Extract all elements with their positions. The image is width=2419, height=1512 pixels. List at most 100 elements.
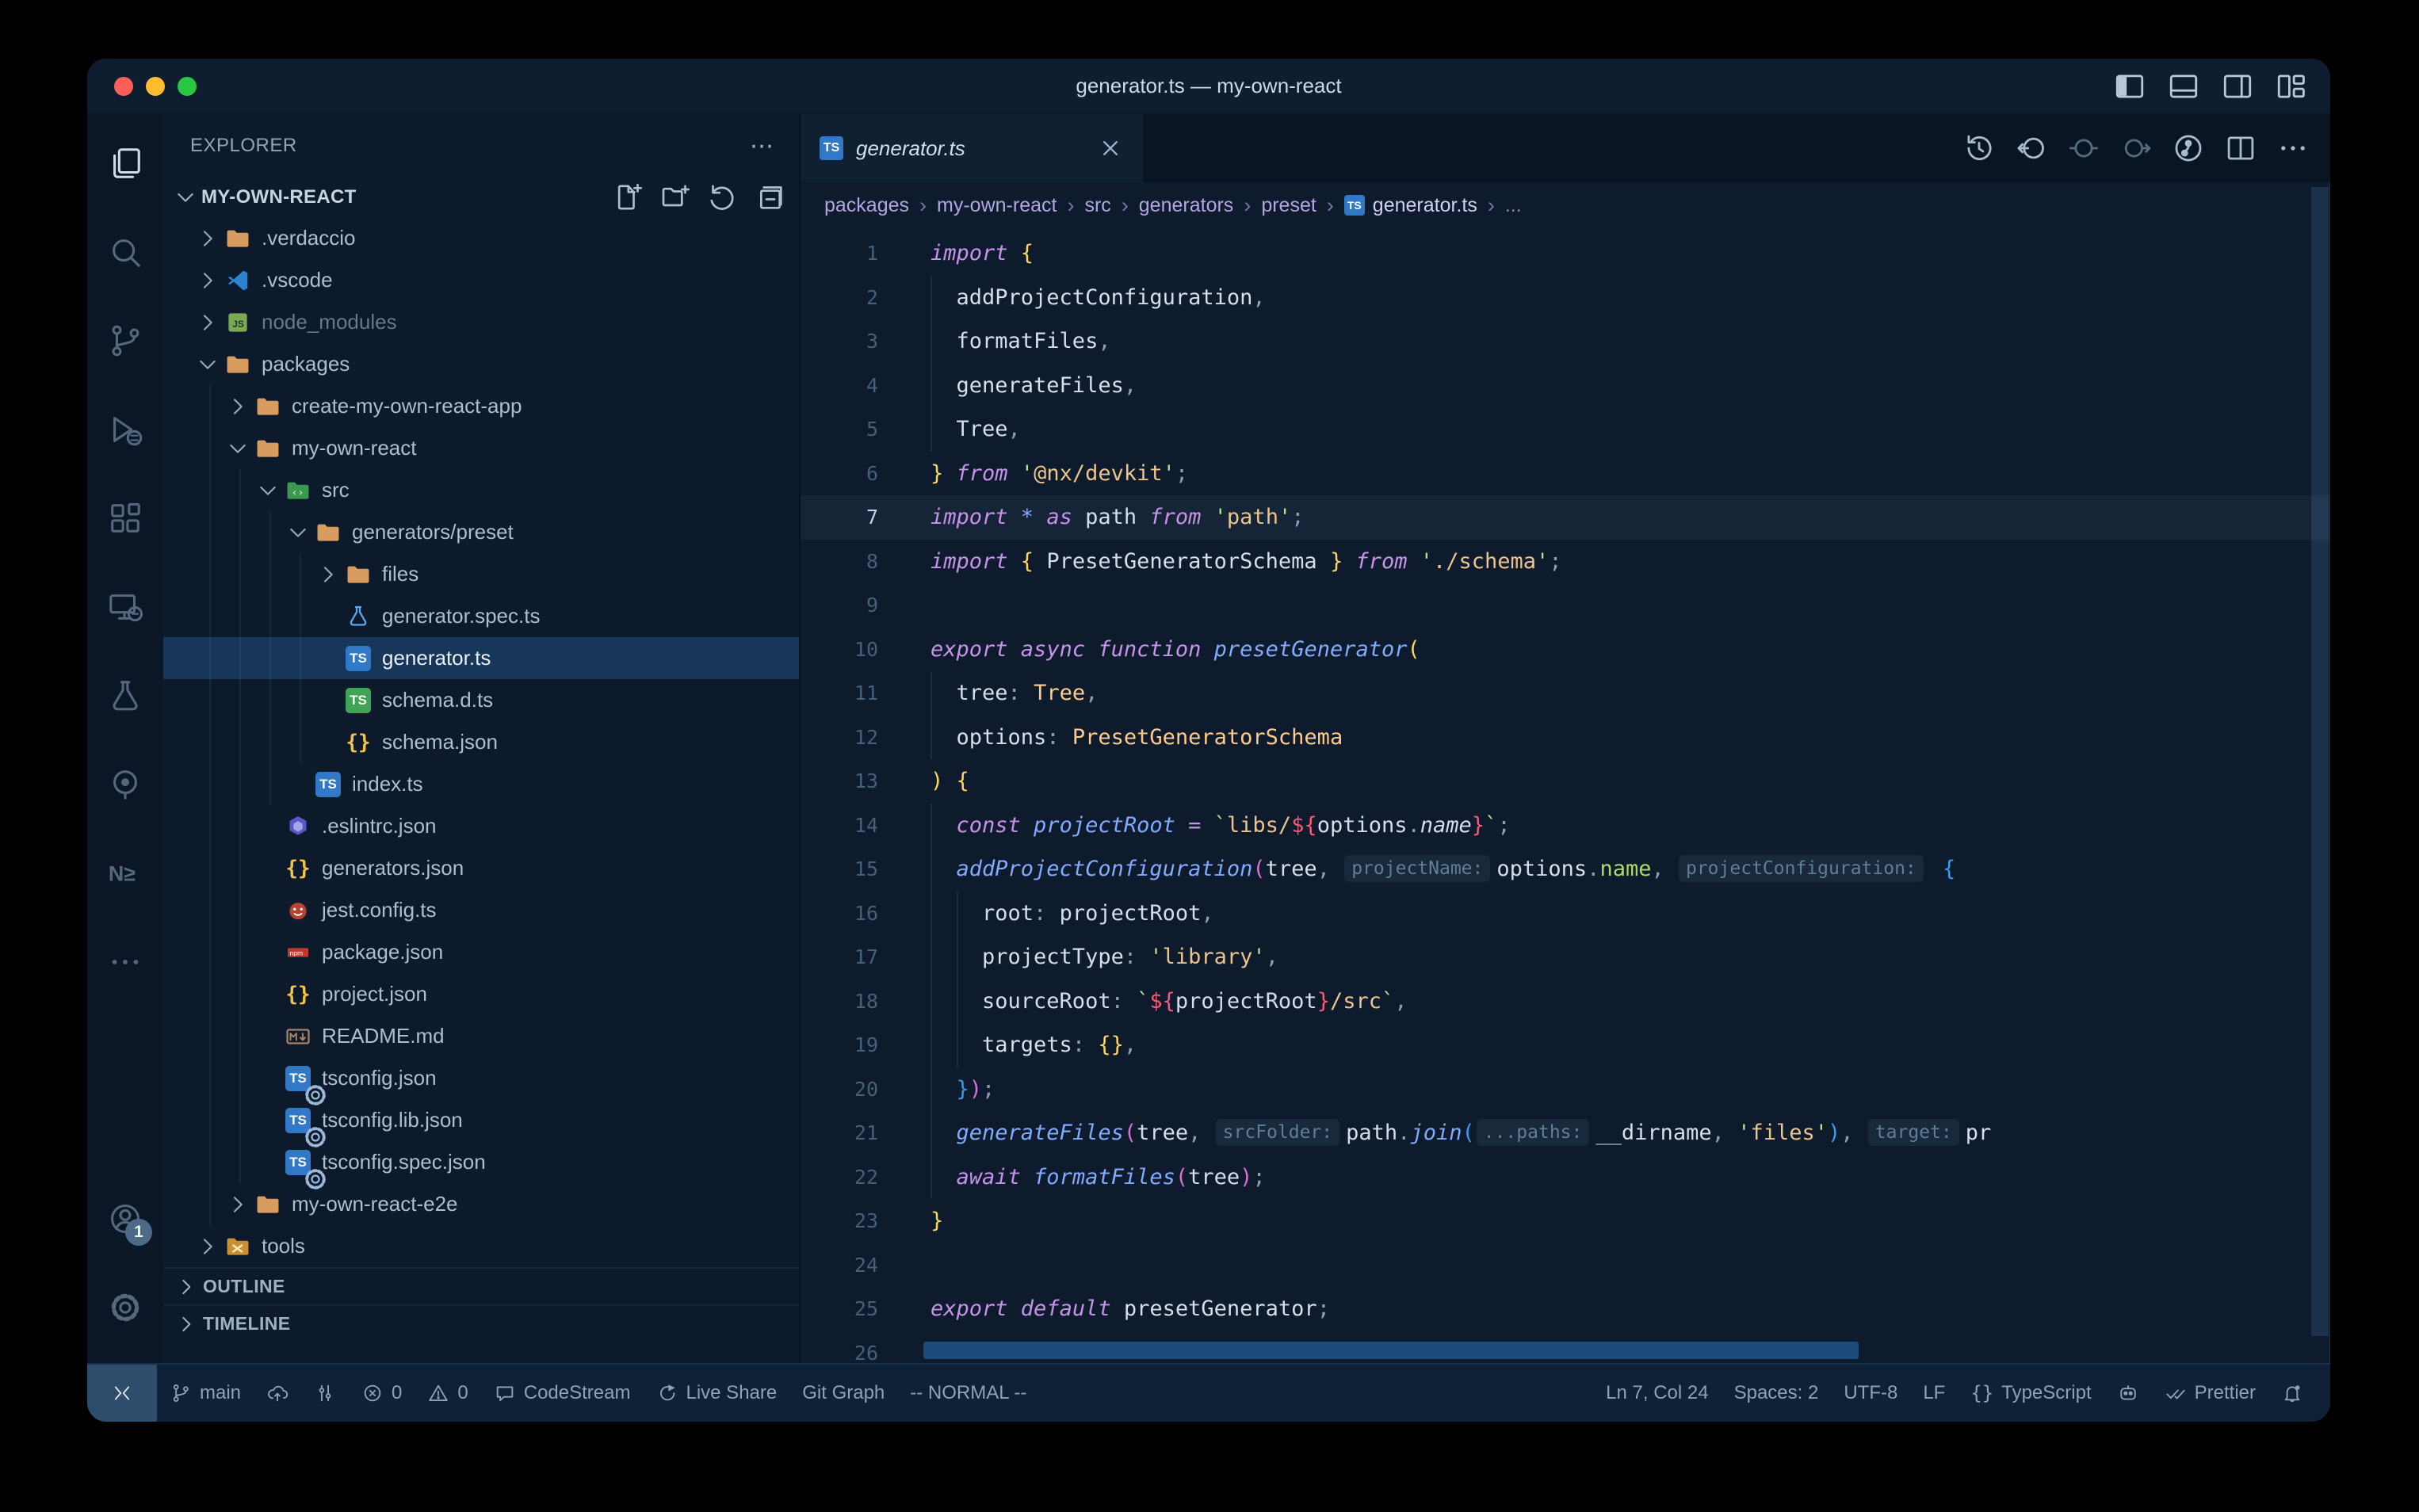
breadcrumb-file[interactable]: TSgenerator.ts bbox=[1344, 194, 1477, 217]
refresh-explorer-button[interactable] bbox=[707, 181, 739, 213]
collapse-folders-button[interactable] bbox=[755, 181, 786, 213]
breadcrumb-item-src[interactable]: src bbox=[1084, 194, 1110, 217]
chevron-down-icon[interactable] bbox=[255, 476, 284, 505]
tree-item-generators-preset[interactable]: generators/preset bbox=[163, 511, 799, 553]
horizontal-scrollbar[interactable] bbox=[923, 1342, 1859, 1359]
workspace-section-header[interactable]: MY-OWN-REACT bbox=[163, 178, 799, 217]
activity-item-source-control[interactable] bbox=[87, 296, 163, 385]
git-graph-view-button[interactable] bbox=[2172, 132, 2205, 165]
split-editor-button[interactable] bbox=[2224, 132, 2257, 165]
new-folder-button[interactable] bbox=[659, 181, 691, 213]
vertical-scrollbar[interactable] bbox=[2311, 187, 2329, 1336]
tree-item-files[interactable]: files bbox=[163, 553, 799, 595]
customize-layout-button[interactable] bbox=[2275, 70, 2308, 103]
breadcrumb-item-my-own-react[interactable]: my-own-react bbox=[937, 194, 1057, 217]
explorer-more-icon[interactable]: ⋯ bbox=[750, 132, 775, 160]
activity-item-gitlens[interactable] bbox=[87, 740, 163, 829]
tree-item-create-my-own-react-app[interactable]: create-my-own-react-app bbox=[163, 385, 799, 427]
tree-item-tsconfig-lib-json[interactable]: TStsconfig.lib.json bbox=[163, 1099, 799, 1141]
navigate-none-button[interactable] bbox=[2067, 132, 2100, 165]
tree-item-node-modules[interactable]: JSnode_modules bbox=[163, 301, 799, 343]
tree-item-index-ts[interactable]: TSindex.ts bbox=[163, 763, 799, 805]
tree-item-my-own-react-e2e[interactable]: my-own-react-e2e bbox=[163, 1183, 799, 1225]
status-cursor-position[interactable]: Ln 7, Col 24 bbox=[1593, 1365, 1721, 1422]
breadcrumb-item-packages[interactable]: packages bbox=[824, 194, 909, 217]
chevron-right-icon[interactable] bbox=[195, 266, 224, 295]
status-live-share[interactable]: Live Share bbox=[643, 1365, 789, 1422]
tree-item-generators-json[interactable]: {}generators.json bbox=[163, 847, 799, 889]
token: projectType bbox=[931, 945, 1124, 969]
breadcrumb-item-preset[interactable]: preset bbox=[1261, 194, 1316, 217]
activity-item-run-debug[interactable] bbox=[87, 385, 163, 474]
tree-item-generator-ts[interactable]: TSgenerator.ts bbox=[163, 637, 799, 679]
chevron-down-icon[interactable] bbox=[285, 518, 314, 547]
tree-item-src[interactable]: ‹›src bbox=[163, 469, 799, 511]
new-file-button[interactable] bbox=[612, 181, 644, 213]
status-language-mode[interactable]: {}TypeScript bbox=[1958, 1365, 2104, 1422]
tree-item-my-own-react[interactable]: my-own-react bbox=[163, 427, 799, 469]
activity-item-search[interactable] bbox=[87, 208, 163, 296]
chevron-right-icon[interactable] bbox=[315, 560, 344, 589]
close-window-button[interactable] bbox=[114, 77, 133, 96]
chevron-down-icon[interactable] bbox=[195, 350, 224, 379]
tree-item-project-json[interactable]: {}project.json bbox=[163, 973, 799, 1015]
status-vim-mode[interactable]: -- NORMAL -- bbox=[897, 1365, 1039, 1422]
tree-item-readme-md[interactable]: README.md bbox=[163, 1015, 799, 1057]
status-git-graph[interactable]: Git Graph bbox=[789, 1365, 897, 1422]
status-indentation[interactable]: Spaces: 2 bbox=[1722, 1365, 1832, 1422]
navigate-back-button[interactable] bbox=[2015, 132, 2048, 165]
toggle-panel-button[interactable] bbox=[2167, 70, 2200, 103]
status-copilot[interactable] bbox=[2104, 1365, 2152, 1422]
tree-item--eslintrc-json[interactable]: .eslintrc.json bbox=[163, 805, 799, 847]
tree-item-tsconfig-json[interactable]: TStsconfig.json bbox=[163, 1057, 799, 1099]
chevron-down-icon[interactable] bbox=[225, 434, 254, 463]
status-notifications[interactable] bbox=[2268, 1365, 2316, 1422]
settings-button[interactable] bbox=[87, 1263, 163, 1352]
status-problems-warnings[interactable]: 0 bbox=[415, 1365, 480, 1422]
activity-item-extensions[interactable] bbox=[87, 474, 163, 563]
status-problems-errors[interactable]: 0 bbox=[349, 1365, 415, 1422]
toggle-primary-sidebar-button[interactable] bbox=[2113, 70, 2146, 103]
zoom-window-button[interactable] bbox=[178, 77, 197, 96]
status-eol[interactable]: LF bbox=[1910, 1365, 1958, 1422]
local-history-button[interactable] bbox=[1962, 132, 1996, 165]
navigate-forward-button[interactable] bbox=[2119, 132, 2153, 165]
tree-item-generator-spec-ts[interactable]: generator.spec.ts bbox=[163, 595, 799, 637]
status-compare-changes[interactable] bbox=[301, 1365, 349, 1422]
status-git-branch[interactable]: main bbox=[157, 1365, 254, 1422]
code-editor[interactable]: 1import {2 addProjectConfiguration,3 for… bbox=[801, 228, 2330, 1363]
tree-item-schema-json[interactable]: {}schema.json bbox=[163, 721, 799, 763]
status-publish-changes[interactable] bbox=[254, 1365, 301, 1422]
accounts-button[interactable]: 1 bbox=[87, 1174, 163, 1263]
activity-item-more-views[interactable] bbox=[87, 918, 163, 1006]
chevron-right-icon[interactable] bbox=[195, 308, 224, 337]
minimize-window-button[interactable] bbox=[146, 77, 165, 96]
tree-item-jest-config-ts[interactable]: jest.config.ts bbox=[163, 889, 799, 931]
chevron-right-icon[interactable] bbox=[195, 224, 224, 253]
status-encoding[interactable]: UTF-8 bbox=[1831, 1365, 1910, 1422]
tab-generator-ts[interactable]: TS generator.ts bbox=[801, 114, 1145, 182]
more-actions-button[interactable] bbox=[2276, 132, 2310, 165]
chevron-right-icon[interactable] bbox=[195, 1232, 224, 1261]
activity-item-remote-explorer[interactable] bbox=[87, 563, 163, 651]
status-remote-indicator[interactable] bbox=[87, 1365, 157, 1422]
activity-item-explorer[interactable] bbox=[87, 119, 163, 208]
tree-item-tsconfig-spec-json[interactable]: TStsconfig.spec.json bbox=[163, 1141, 799, 1183]
status-codestream[interactable]: CodeStream bbox=[481, 1365, 644, 1422]
tree-item-packages[interactable]: packages bbox=[163, 343, 799, 385]
outline-section[interactable]: OUTLINE bbox=[163, 1267, 799, 1304]
tree-item-schema-d-ts[interactable]: TSschema.d.ts bbox=[163, 679, 799, 721]
tree-item--vscode[interactable]: .vscode bbox=[163, 259, 799, 301]
activity-item-testing[interactable] bbox=[87, 651, 163, 740]
toggle-secondary-sidebar-button[interactable] bbox=[2221, 70, 2254, 103]
activity-item-nx-console[interactable]: N≥ bbox=[87, 829, 163, 918]
close-tab-icon[interactable] bbox=[1097, 135, 1124, 162]
timeline-section[interactable]: TIMELINE bbox=[163, 1304, 799, 1342]
chevron-right-icon[interactable] bbox=[225, 1190, 254, 1219]
tree-item--verdaccio[interactable]: .verdaccio bbox=[163, 217, 799, 259]
breadcrumb-item-generators[interactable]: generators bbox=[1139, 194, 1234, 217]
status-prettier[interactable]: Prettier bbox=[2152, 1365, 2268, 1422]
tree-item-package-json[interactable]: npmpackage.json bbox=[163, 931, 799, 973]
chevron-right-icon[interactable] bbox=[225, 392, 254, 421]
tree-item-tools[interactable]: tools bbox=[163, 1225, 799, 1267]
